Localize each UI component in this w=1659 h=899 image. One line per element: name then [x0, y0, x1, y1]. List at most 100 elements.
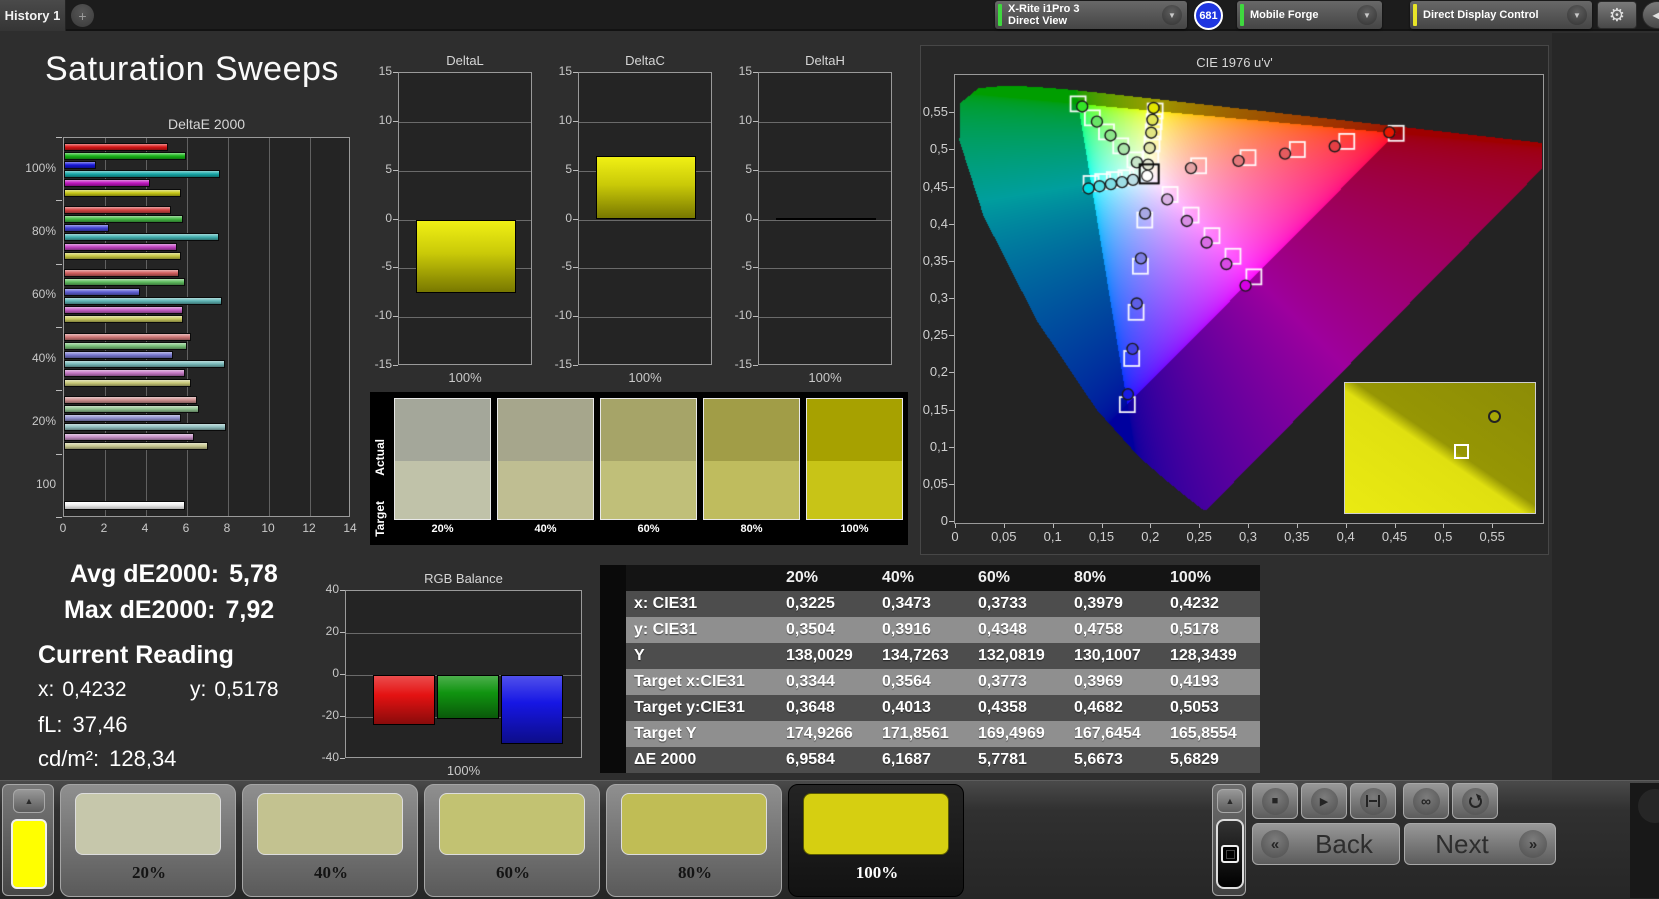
target-row-label: Target [373, 501, 387, 537]
de-bar-blue-20% [64, 414, 181, 423]
patch-control-strip: ▲ [1212, 784, 1246, 896]
patch-swatch [803, 793, 949, 855]
patch-button-100%[interactable]: 100% [788, 784, 964, 897]
target-swatch [395, 461, 490, 519]
gridline [399, 170, 531, 172]
table-header-cell: 60% [978, 569, 1011, 586]
y-tick-label: 0,3 [929, 290, 948, 305]
collapse-panel-button[interactable]: ◀ [1642, 1, 1659, 29]
table-cell: 0,3564 [882, 673, 931, 690]
patch-scroll-up-button[interactable]: ▲ [1217, 789, 1243, 813]
table-cell: 0,3773 [978, 673, 1027, 690]
settings-button[interactable]: ⚙ [1597, 1, 1637, 29]
table-cell: 0,3473 [882, 595, 931, 612]
compare-swatch-label: 40% [534, 523, 557, 535]
deltah-x-label: 100% [808, 370, 842, 385]
y-tick-mark [573, 169, 578, 171]
play-icon: ▶ [1310, 787, 1338, 815]
y-group-label: 20% [31, 414, 56, 428]
y-tick-label: 5 [385, 161, 392, 176]
patch-window-icon [1221, 845, 1239, 863]
cut-off-button[interactable] [1638, 789, 1659, 823]
de-bar-blue-80% [64, 224, 110, 233]
next-button[interactable]: Next » [1404, 823, 1556, 865]
y-tick-label: -15 [734, 357, 752, 371]
patch-label: 20% [132, 863, 166, 882]
table-cell: 0,3504 [786, 621, 835, 638]
x-readout: x: 0,4232 [38, 678, 127, 701]
rgb-bar-blue [501, 675, 563, 745]
stop-button[interactable]: ■ [1252, 783, 1298, 819]
play-button[interactable]: ▶ [1301, 783, 1347, 819]
table-cell: 6,9584 [786, 751, 835, 768]
tab-history-1[interactable]: History 1 [0, 0, 66, 31]
table-cell: 138,0029 [786, 647, 853, 664]
max-label: Max dE2000: [64, 596, 216, 624]
y-tick-mark [340, 716, 345, 717]
table-row: ΔE 2000 6,9584 6,1687 5,7781 5,6673 5,6829 [600, 747, 1260, 773]
meter-dropdown[interactable]: X-Rite i1Pro 3 Direct View ▼ [995, 1, 1187, 29]
table-header-cell: 40% [882, 569, 915, 586]
table-header-cell: 80% [1074, 569, 1107, 586]
chevron-down-icon[interactable]: ▼ [1357, 5, 1377, 25]
y-tick-mark [393, 72, 398, 73]
de-bar-magenta-20% [64, 432, 195, 441]
y-tick-mark [573, 365, 578, 366]
cie-title: CIE 1976 u'v' [1196, 55, 1273, 70]
back-button[interactable]: « Back [1252, 823, 1400, 865]
y-tick-label: 0 [332, 666, 339, 680]
de-bar-red-80% [64, 205, 171, 214]
add-tab-button[interactable]: + [71, 4, 94, 27]
gridline [399, 317, 531, 319]
y-tick-label: 20 [325, 624, 339, 638]
patch-button-40%[interactable]: 40% [242, 784, 418, 897]
actual-swatch [395, 399, 490, 461]
actual-swatch [704, 399, 799, 461]
compare-swatch-label: 80% [740, 523, 763, 535]
de-bar-cyan-40% [64, 360, 225, 369]
display-control-dropdown[interactable]: Direct Display Control ▼ [1410, 1, 1592, 29]
top-bar: History 1 + X-Rite i1Pro 3 Direct View ▼… [0, 0, 1659, 31]
patch-window-button[interactable] [1216, 819, 1244, 889]
max-value: 7,92 [225, 596, 275, 624]
avg-value: 5,78 [229, 560, 278, 588]
de-bar-cyan-20% [64, 423, 226, 432]
table-left-gutter [600, 565, 626, 773]
chevron-down-icon[interactable]: ▼ [1567, 5, 1587, 25]
x-tick-mark [1394, 524, 1396, 528]
patch-button-80%[interactable]: 80% [606, 784, 782, 897]
cut-off-panel [1630, 783, 1659, 898]
y-tick-mark [753, 218, 758, 220]
x-tick-mark [1492, 524, 1494, 528]
x-tick-label: 14 [343, 521, 357, 535]
table-cell: 0,3969 [1074, 673, 1123, 690]
y-tick-label: 0,35 [922, 252, 948, 268]
de-bar-red-100% [64, 142, 168, 151]
single-measure-button[interactable] [1350, 783, 1396, 819]
y-tick-label: -5 [561, 259, 572, 274]
de-bar-magenta-40% [64, 369, 185, 378]
chevron-down-icon[interactable]: ▼ [1162, 5, 1182, 25]
loop-button[interactable] [1452, 783, 1498, 819]
compare-swatch-80% [703, 398, 800, 520]
y-tick-label: -15 [554, 357, 572, 371]
y-tick-mark [573, 316, 578, 318]
patch-button-20%[interactable]: 20% [60, 784, 236, 897]
cie-plot-area [954, 74, 1544, 524]
chevron-left-icon: ◀ [1652, 8, 1659, 22]
y-tick-label: 0,15 [922, 401, 948, 417]
y-tick-mark [573, 72, 578, 73]
patch-button-60%[interactable]: 60% [424, 784, 600, 897]
x-tick-label: 0,1 [1043, 529, 1062, 544]
continuous-measure-button[interactable]: ∞ [1403, 783, 1449, 819]
meter-count-badge[interactable]: 681 [1194, 1, 1223, 30]
x-tick-label: 0,35 [1284, 529, 1310, 544]
y-tick-mark [949, 298, 954, 299]
table-row-label: Y [634, 647, 645, 664]
table-cell: 130,1007 [1074, 647, 1141, 664]
y-tick-mark [949, 335, 954, 337]
y-tick-mark [56, 263, 62, 265]
x-tick-mark [1150, 524, 1152, 528]
source-dropdown[interactable]: Mobile Forge ▼ [1237, 1, 1382, 29]
x-tick-label: 12 [302, 521, 316, 535]
